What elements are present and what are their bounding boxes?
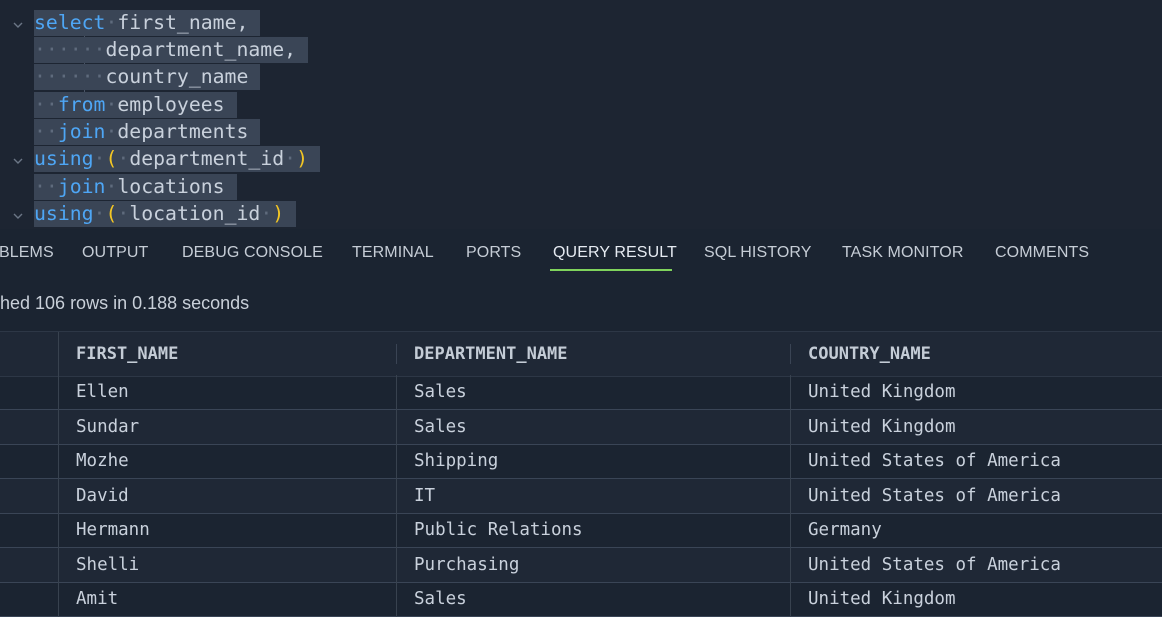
cell-department-name[interactable]: Sales [414, 375, 467, 409]
cell-first-name[interactable]: Hermann [76, 513, 150, 547]
fold-chevron-icon[interactable] [12, 19, 24, 31]
cell-first-name[interactable]: David [76, 479, 129, 513]
cell-department-name[interactable]: IT [414, 479, 435, 513]
code-line[interactable]: using·(·location_id·) [34, 201, 297, 227]
identifier: employees [117, 93, 225, 116]
sql-editor[interactable]: select·first_name, ······department_name,… [0, 0, 1162, 229]
whitespace-marker: ·· [34, 120, 58, 143]
cell-first-name[interactable]: Amit [76, 582, 118, 616]
bracket: ( [105, 147, 118, 170]
sql-keyword: join [57, 120, 106, 143]
whitespace-marker: · [105, 120, 118, 143]
identifier: first_name, [117, 11, 249, 34]
sql-keyword: using [34, 147, 94, 170]
tab-output[interactable]: OUTPUT [82, 244, 148, 262]
lightbulb-icon[interactable] [42, 0, 60, 8]
identifier: department_id [129, 147, 285, 170]
whitespace-marker: · [284, 147, 297, 170]
bracket: ) [272, 202, 285, 225]
identifier: country_name [105, 65, 249, 88]
whitespace-marker: ·· [34, 93, 58, 116]
grid-header-row: FIRST_NAME DEPARTMENT_NAME COUNTRY_NAME [0, 331, 1162, 377]
tab-ports[interactable]: PORTS [466, 244, 521, 262]
tab-sql-history[interactable]: SQL HISTORY [704, 244, 812, 262]
sql-keyword: using [34, 202, 94, 225]
cell-department-name[interactable]: Public Relations [414, 513, 583, 547]
table-row[interactable]: Ellen Sales United Kingdom [0, 375, 1162, 410]
query-status-message: hed 106 rows in 0.188 seconds [0, 293, 250, 313]
table-row[interactable]: Hermann Public Relations Germany [0, 513, 1162, 548]
tab-task-monitor[interactable]: TASK MONITOR [842, 244, 964, 262]
table-row[interactable]: Mozhe Shipping United States of America [0, 444, 1162, 479]
bracket: ) [296, 147, 308, 170]
identifier: location_id [129, 202, 261, 225]
column-header-country-name[interactable]: COUNTRY_NAME [808, 344, 931, 364]
cell-department-name[interactable]: Sales [414, 582, 467, 616]
table-row[interactable]: Amit Sales United Kingdom [0, 582, 1162, 617]
fold-chevron-icon[interactable] [12, 210, 24, 222]
cell-department-name[interactable]: Sales [414, 410, 467, 444]
code-line[interactable]: ··from·employees [34, 92, 237, 118]
cell-country-name[interactable]: United Kingdom [808, 375, 956, 409]
table-row[interactable]: Sundar Sales United Kingdom [0, 410, 1162, 445]
fold-chevron-icon[interactable] [12, 155, 24, 167]
tab-query-result[interactable]: QUERY RESULT [553, 244, 677, 262]
code-line[interactable]: ······country_name [34, 64, 261, 90]
cell-first-name[interactable]: Sundar [76, 410, 139, 444]
bracket: ( [105, 202, 118, 225]
table-row[interactable]: David IT United States of America [0, 479, 1162, 514]
sql-keyword: from [57, 93, 106, 116]
cell-country-name[interactable]: United States of America [808, 444, 1061, 478]
cell-first-name[interactable]: Ellen [76, 375, 129, 409]
whitespace-marker: · [260, 202, 273, 225]
cell-first-name[interactable]: Mozhe [76, 444, 129, 478]
whitespace-marker: · [105, 11, 118, 34]
whitespace-marker: · [117, 202, 130, 225]
cell-first-name[interactable]: Shelli [76, 548, 139, 582]
code-line[interactable]: ··join·locations [34, 174, 237, 200]
whitespace-marker: ······ [34, 38, 106, 61]
column-header-department-name[interactable]: DEPARTMENT_NAME [414, 344, 568, 364]
cell-country-name[interactable]: United Kingdom [808, 582, 956, 616]
sql-keyword: select [34, 11, 106, 34]
tab-comments[interactable]: COMMENTS [995, 244, 1089, 262]
identifier: departments [117, 120, 249, 143]
cell-country-name[interactable]: Germany [808, 513, 882, 547]
tab-blems[interactable]: BLEMS [0, 244, 54, 262]
cell-department-name[interactable]: Purchasing [414, 548, 519, 582]
code-line[interactable]: ··join·departments [34, 119, 261, 145]
column-header-first-name[interactable]: FIRST_NAME [76, 344, 178, 364]
tab-debug-console[interactable]: DEBUG CONSOLE [182, 244, 323, 262]
table-row[interactable]: Shelli Purchasing United States of America [0, 548, 1162, 583]
code-line[interactable]: ······department_name, [34, 37, 309, 63]
whitespace-marker: · [93, 202, 106, 225]
whitespace-marker: · [105, 93, 118, 116]
column-divider [790, 375, 791, 617]
identifier: department_name, [105, 38, 297, 61]
tab-terminal[interactable]: TERMINAL [352, 244, 434, 262]
cell-country-name[interactable]: United Kingdom [808, 410, 956, 444]
active-tab-indicator [550, 269, 672, 271]
whitespace-marker: · [117, 147, 130, 170]
whitespace-marker: ·· [34, 175, 58, 198]
cell-country-name[interactable]: United States of America [808, 548, 1061, 582]
code-line[interactable]: select·first_name, [34, 10, 261, 36]
whitespace-marker: · [93, 147, 106, 170]
column-divider [396, 375, 397, 617]
identifier: locations [117, 175, 225, 198]
sql-keyword: join [57, 175, 106, 198]
code-line[interactable]: using·(·department_id·) [34, 146, 320, 172]
cell-country-name[interactable]: United States of America [808, 479, 1061, 513]
query-result-grid[interactable]: FIRST_NAME DEPARTMENT_NAME COUNTRY_NAME … [0, 331, 1162, 617]
column-divider [58, 375, 59, 617]
whitespace-marker: · [105, 175, 118, 198]
cell-department-name[interactable]: Shipping [414, 444, 498, 478]
whitespace-marker: ······ [34, 65, 106, 88]
bottom-panel: BLEMS OUTPUT DEBUG CONSOLE TERMINAL PORTS QUE… [0, 229, 1162, 617]
